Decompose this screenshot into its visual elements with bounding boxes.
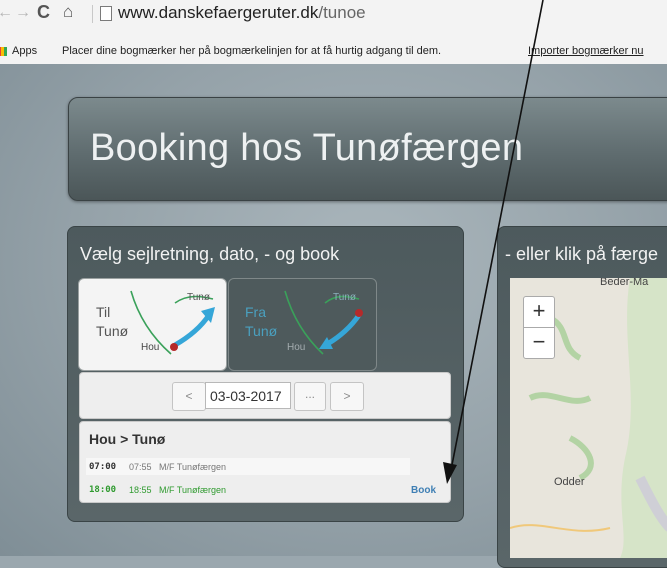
toolbar-divider xyxy=(92,5,93,23)
url-path: /tunoe xyxy=(318,3,366,22)
home-icon[interactable]: ⌂ xyxy=(63,2,73,22)
tab-from-dest: Tunø xyxy=(333,292,356,303)
tab-to-tunoe[interactable]: Til Tunø Tunø Hou xyxy=(78,278,227,371)
departure-time: 07:00 xyxy=(89,462,117,472)
ship-name: M/F Tunøfærgen xyxy=(159,462,227,472)
address-bar[interactable]: www.danskefaergeruter.dk/tunoe xyxy=(118,3,366,23)
date-input[interactable] xyxy=(205,382,291,409)
zoom-out-button[interactable]: − xyxy=(523,327,555,359)
apps-link[interactable]: Apps xyxy=(12,45,37,57)
departures-list: Hou > Tunø 07:00 07:55 M/F Tunøfærgen 18… xyxy=(79,421,451,503)
map-heading: - eller klik på færge xyxy=(505,244,659,264)
previous-date-button[interactable]: < xyxy=(172,382,206,411)
back-icon[interactable]: ← xyxy=(0,4,13,22)
map-town-label: Beder-Ma xyxy=(600,278,649,288)
arrival-time: 07:55 xyxy=(129,462,152,472)
booking-heading: Vælg sejlretning, dato, - og book xyxy=(80,244,340,264)
arrival-time: 18:55 xyxy=(129,485,152,495)
tab-from-origin: Hou xyxy=(287,342,306,353)
next-date-button[interactable]: > xyxy=(330,382,364,411)
route-title: Hou > Tunø xyxy=(89,431,166,447)
apps-icon[interactable] xyxy=(0,47,7,56)
tab-to-dest: Tunø xyxy=(187,292,210,303)
page-title: Booking hos Tunøfærgen xyxy=(90,127,524,169)
zoom-in-button[interactable]: + xyxy=(523,296,555,327)
tab-from-label: Fra Tunø xyxy=(245,304,278,339)
ship-name: M/F Tunøfærgen xyxy=(159,485,227,495)
date-picker-button[interactable]: ... xyxy=(294,382,326,411)
bookmarks-bar: Apps Placer dine bogmærker her på bogmær… xyxy=(0,38,667,65)
tab-to-label: Til Tunø xyxy=(96,304,129,339)
tab-to-origin: Hou xyxy=(141,342,160,353)
browser-toolbar: ← → C ⌂ www.danskefaergeruter.dk/tunoe xyxy=(0,0,667,38)
reload-icon[interactable]: C xyxy=(37,2,50,23)
map-town-label: Odder xyxy=(554,476,585,488)
departure-row[interactable]: 07:00 07:55 M/F Tunøfærgen xyxy=(86,458,410,475)
book-link[interactable]: Book xyxy=(411,485,436,496)
bookmarks-hint: Placer dine bogmærker her på bogmærkelin… xyxy=(62,45,442,57)
departure-time: 18:00 xyxy=(89,485,117,495)
date-selector: < ... > xyxy=(79,372,451,419)
tab-from-tunoe[interactable]: Fra Tunø Tunø Hou xyxy=(228,278,377,371)
page-icon xyxy=(100,6,112,21)
forward-icon[interactable]: → xyxy=(15,4,31,22)
url-host: www.danskefaergeruter.dk xyxy=(118,3,319,22)
import-bookmarks-link[interactable]: Importer bogmærker nu xyxy=(528,45,644,57)
departure-row[interactable]: 18:00 18:55 M/F Tunøfærgen xyxy=(86,481,410,498)
